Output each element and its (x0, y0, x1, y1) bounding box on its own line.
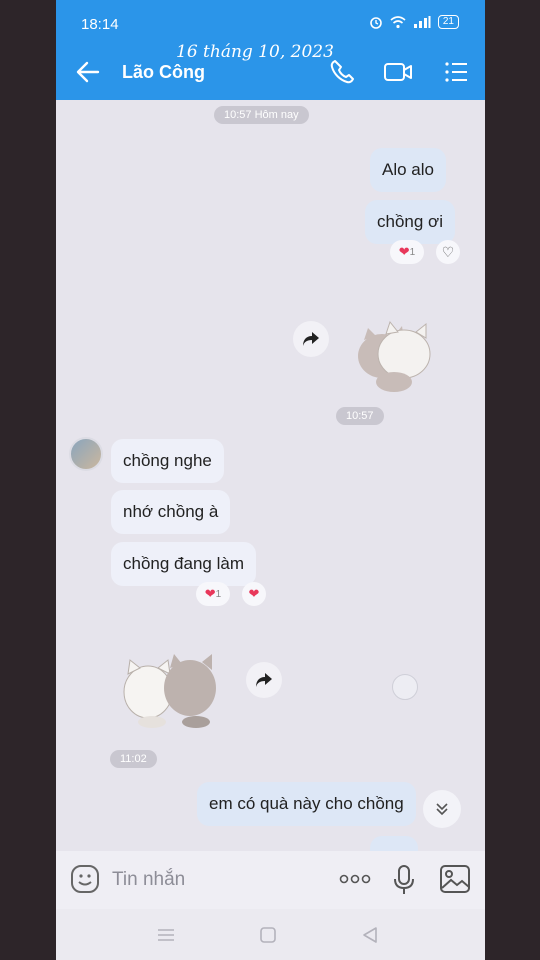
heart-icon: ❤ (204, 586, 216, 601)
chevron-double-down-icon (436, 803, 448, 816)
status-time: 18:14 (81, 16, 119, 33)
alarm-icon (370, 17, 382, 29)
reaction-badge[interactable]: ❤ 1 (196, 582, 230, 606)
recents-menu-icon[interactable] (156, 925, 176, 945)
status-icons: 21 (369, 15, 459, 29)
chat-header: Lão Công 16 tháng 10, 2023 (56, 42, 485, 100)
avatar[interactable] (69, 437, 103, 471)
message-bubble[interactable]: chồng ơi (365, 200, 455, 244)
more-options-icon[interactable] (338, 873, 372, 885)
video-call-icon[interactable] (382, 56, 414, 88)
react-heart-button[interactable]: ♡ (436, 240, 460, 264)
message-bubble[interactable]: em có quà này cho chồng (197, 782, 416, 826)
select-circle[interactable] (392, 674, 418, 700)
reaction-badge[interactable]: ❤ 1 (390, 240, 424, 264)
back-arrow-icon[interactable] (74, 58, 102, 86)
menu-list-icon[interactable] (440, 56, 472, 88)
phone-call-icon[interactable] (326, 56, 358, 88)
contact-name[interactable]: Lão Công (122, 62, 205, 83)
reaction-count: 1 (215, 588, 222, 600)
image-gallery-icon[interactable] (439, 864, 471, 894)
signal-icon (413, 16, 431, 28)
react-heart-button[interactable]: ❤ (242, 582, 266, 606)
microphone-icon[interactable] (393, 864, 415, 896)
heart-icon: ❤ (248, 586, 260, 601)
time-divider: 11:02 (110, 750, 157, 768)
forward-button[interactable] (293, 321, 329, 357)
date-stamp-overlay: 16 tháng 10, 2023 (176, 42, 334, 62)
phone-screen: 18:14 21 Lão Công 16 tháng 10, 2023 10:5… (56, 0, 485, 960)
sticker-cats-hug[interactable] (354, 316, 438, 396)
time-divider: 10:57 Hôm nay (214, 106, 309, 124)
message-bubble[interactable]: chồng đang làm (111, 542, 256, 586)
system-nav-bar (56, 909, 485, 960)
forward-icon (303, 332, 319, 346)
left-frame (0, 0, 56, 960)
heart-icon: ❤ (398, 244, 410, 259)
message-bubble[interactable]: Alo alo (370, 148, 446, 192)
home-square-icon[interactable] (258, 925, 278, 945)
emoji-sticker-icon[interactable] (70, 864, 100, 894)
battery-icon: 21 (437, 15, 459, 29)
right-frame (485, 0, 540, 960)
forward-icon (256, 673, 272, 687)
time-divider: 10:57 (336, 407, 384, 425)
forward-button[interactable] (246, 662, 282, 698)
back-triangle-icon[interactable] (360, 925, 380, 945)
scroll-down-button[interactable] (423, 790, 461, 828)
heart-outline-icon: ♡ (441, 243, 455, 260)
message-bubble[interactable]: nhớ chồng à (111, 490, 231, 534)
wifi-icon (390, 15, 406, 28)
reaction-count: 1 (409, 246, 416, 258)
message-input[interactable]: Tin nhắn (112, 869, 185, 891)
sticker-cats-pair[interactable] (118, 648, 228, 730)
message-input-bar: Tin nhắn (56, 851, 485, 909)
message-bubble[interactable]: chồng nghe (111, 439, 224, 483)
status-bar: 18:14 21 (56, 0, 485, 44)
